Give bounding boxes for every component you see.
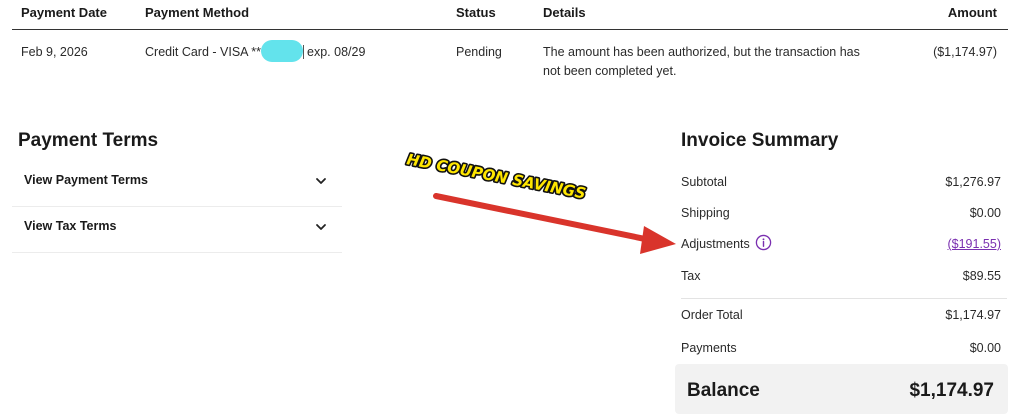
tax-label: Tax: [681, 269, 701, 283]
adjustments-label: Adjustments: [681, 237, 750, 251]
payment-method-cell: Credit Card - VISA ** exp. 08/29: [145, 39, 366, 62]
annotation-text: HD COUPON SAVINGS: [405, 150, 587, 202]
payments-table: Payment Date Payment Method Status Detai…: [0, 0, 1024, 96]
status-cell: Pending: [456, 45, 502, 59]
payments-row: Payments $0.00: [681, 341, 1001, 361]
shipping-row: Shipping $0.00: [681, 206, 1001, 226]
chevron-down-icon: [316, 224, 326, 230]
tax-value: $89.55: [962, 269, 1001, 283]
view-tax-terms-toggle[interactable]: View Tax Terms: [12, 207, 342, 253]
adjustments-row: Adjustments ($191.55): [681, 234, 1001, 257]
info-icon[interactable]: [755, 234, 772, 251]
payment-terms-title: Payment Terms: [18, 130, 159, 151]
view-payment-terms-toggle[interactable]: View Payment Terms: [12, 161, 342, 207]
balance-box: Balance $1,174.97: [675, 364, 1008, 414]
chevron-down-icon: [316, 178, 326, 184]
col-header-payment-method: Payment Method: [145, 5, 250, 20]
tax-row: Tax $89.55: [681, 269, 1001, 289]
balance-value: $1,174.97: [909, 380, 994, 401]
col-header-amount: Amount: [947, 5, 997, 20]
col-header-status: Status: [456, 5, 496, 20]
balance-label: Balance: [687, 380, 760, 401]
details-line: The amount has been authorized, but the …: [543, 45, 860, 59]
invoice-summary-title: Invoice Summary: [681, 130, 839, 151]
header-divider: [12, 29, 1008, 30]
shipping-value: $0.00: [969, 206, 1001, 220]
order-total-row: Order Total $1,174.97: [681, 308, 1001, 328]
summary-divider: [681, 298, 1007, 299]
col-header-payment-date: Payment Date: [21, 5, 107, 20]
amount-cell: ($1,174.97): [933, 45, 997, 59]
term-label: View Tax Terms: [24, 219, 117, 233]
adjustments-link[interactable]: ($191.55): [947, 237, 1001, 251]
details-line: not been completed yet.: [543, 64, 677, 78]
card-label: Credit Card - VISA **: [145, 45, 262, 59]
payments-value: $0.00: [969, 341, 1001, 355]
arrow-head: [640, 226, 676, 254]
subtotal-value: $1,276.97: [945, 175, 1001, 189]
order-total-value: $1,174.97: [945, 308, 1001, 322]
payments-label: Payments: [681, 341, 737, 355]
term-label: View Payment Terms: [24, 173, 148, 187]
arrow-shaft: [433, 193, 653, 243]
payment-date-cell: Feb 9, 2026: [21, 45, 88, 59]
col-header-details: Details: [543, 5, 586, 20]
details-cell: The amount has been authorized, but the …: [543, 43, 883, 81]
order-total-label: Order Total: [681, 308, 743, 322]
coupon-annotation: HD COUPON SAVINGS: [404, 149, 676, 254]
subtotal-row: Subtotal $1,276.97: [681, 175, 1001, 195]
redaction-mark: [261, 39, 304, 62]
card-expiry: exp. 08/29: [303, 45, 366, 59]
